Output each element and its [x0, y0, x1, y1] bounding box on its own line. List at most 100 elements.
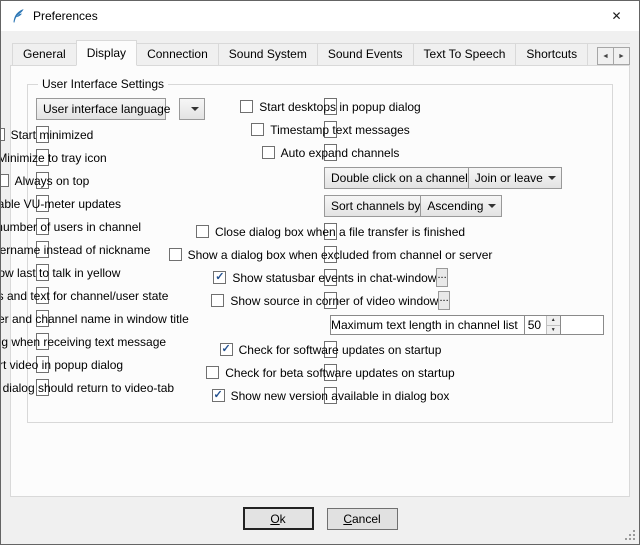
- display-tab-panel: User Interface Settings User interface l…: [10, 65, 630, 497]
- checkbox-start-desktops-in-popup-dialog[interactable]: [240, 100, 253, 113]
- sort-channels-by-label: Sort channels by: [331, 199, 420, 213]
- maximum-text-length-in-channel-list-row: Maximum text length in channel list 50▲▼: [330, 315, 604, 335]
- show-both-server-and-channel-name-in-window-title-label: Show both server and channel name in win…: [0, 312, 189, 326]
- double-click-on-a-channel-label: Double click on a channel: [331, 171, 468, 185]
- tab-scroll-left-button[interactable]: ◄: [597, 47, 614, 65]
- show-last-to-talk-in-yellow-row: ✓Show last to talk in yellow: [36, 264, 49, 281]
- checkbox-auto-expand-channels[interactable]: [262, 146, 275, 159]
- checkbox-close-dialog-box-when-a-file-transfer-is-finished[interactable]: [196, 225, 209, 238]
- show-a-dialog-box-when-excluded-from-channel-or-server-label: Show a dialog box when excluded from cha…: [188, 248, 493, 262]
- right-column: Start desktops in popup dialogTimestamp …: [324, 98, 604, 410]
- start-video-in-popup-dialog-label: Start video in popup dialog: [0, 358, 123, 372]
- spin-up-icon[interactable]: ▲: [547, 316, 560, 326]
- checkbox-check-for-beta-software-updates-on-startup[interactable]: [206, 366, 219, 379]
- button-bar: Ok Cancel: [1, 497, 639, 544]
- maximum-text-length-in-channel-list-spinner[interactable]: 50▲▼: [524, 315, 561, 335]
- close-dialog-box-when-a-file-transfer-is-finished-label: Close dialog box when a file transfer is…: [215, 225, 465, 239]
- preferences-dialog: Preferences ✕ GeneralDisplayConnectionSo…: [0, 0, 640, 545]
- tab-sound-system[interactable]: Sound System: [218, 43, 318, 66]
- window-title: Preferences: [33, 9, 98, 23]
- start-video-in-popup-dialog-row: Start video in popup dialog: [36, 356, 49, 373]
- close-icon: ✕: [611, 9, 621, 23]
- double-click-on-a-channel-select[interactable]: Join or leave: [468, 167, 562, 189]
- show-a-dialog-box-when-excluded-from-channel-or-server-row: Show a dialog box when excluded from cha…: [324, 246, 337, 263]
- always-on-top-row: Always on top: [36, 172, 49, 189]
- chevron-down-icon: [186, 107, 204, 111]
- close-dialog-box-when-a-file-transfer-is-finished-row: Close dialog box when a file transfer is…: [324, 223, 337, 240]
- user-interface-language-label: User interface language: [43, 102, 179, 116]
- checkbox-start-minimized[interactable]: [0, 128, 5, 141]
- title-bar[interactable]: Preferences ✕: [1, 1, 639, 31]
- show-number-of-users-in-channel-label: Show number of users in channel: [0, 220, 141, 234]
- timestamp-text-messages-label: Timestamp text messages: [270, 123, 410, 137]
- ok-button[interactable]: Ok: [243, 507, 314, 530]
- tabs-area: GeneralDisplayConnectionSound SystemSoun…: [1, 31, 639, 497]
- start-minimized-label: Start minimized: [11, 128, 94, 142]
- show-source-in-corner-of-video-window-row: Show source in corner of video window...: [324, 292, 337, 309]
- tab-scroll-right-button[interactable]: ►: [613, 47, 630, 65]
- popup-dialog-when-receiving-text-message-label: Popup dialog when receiving text message: [0, 335, 166, 349]
- spin-value: 50: [525, 316, 546, 334]
- user-interface-language-select[interactable]: [179, 98, 205, 120]
- checkbox-always-on-top[interactable]: [0, 174, 9, 187]
- tab-display[interactable]: Display: [76, 40, 137, 66]
- always-on-top-label: Always on top: [15, 174, 90, 188]
- tab-sound-events[interactable]: Sound Events: [317, 43, 414, 66]
- tab-shortcuts[interactable]: Shortcuts: [515, 43, 588, 66]
- auto-expand-channels-row: Auto expand channels: [324, 144, 337, 161]
- user-interface-settings-group: User Interface Settings User interface l…: [27, 77, 613, 423]
- close-button[interactable]: ✕: [594, 1, 639, 31]
- resize-grip[interactable]: [625, 530, 636, 541]
- show-both-server-and-channel-name-in-window-title-row: ✓Show both server and channel name in wi…: [36, 310, 49, 327]
- closed-video-dialog-should-return-to-video-tab-row: ✓Closed video dialog should return to vi…: [36, 379, 49, 396]
- start-desktops-in-popup-dialog-label: Start desktops in popup dialog: [259, 100, 420, 114]
- show-statusbar-events-in-chat-window-label: Show statusbar events in chat-window: [232, 271, 436, 285]
- sort-channels-by-select[interactable]: Ascending: [420, 195, 502, 217]
- show-statusbar-events-in-chat-window-more-button[interactable]: ...: [436, 268, 447, 287]
- chevron-down-icon: [483, 204, 501, 208]
- minimize-to-tray-icon-row: Minimize to tray icon: [36, 149, 49, 166]
- show-username-instead-of-nickname-label: Show username instead of nickname: [0, 243, 150, 257]
- start-minimized-row: Start minimized: [36, 126, 49, 143]
- tab-text-to-speech[interactable]: Text To Speech: [413, 43, 517, 66]
- check-for-software-updates-on-startup-row: ✓Check for software updates on startup: [324, 341, 337, 358]
- show-number-of-users-in-channel-row: ✓Show number of users in channel: [36, 218, 49, 235]
- show-new-version-available-in-dialog-box-row: ✓Show new version available in dialog bo…: [324, 387, 337, 404]
- check-icon: ✓: [213, 390, 222, 401]
- show-statusbar-events-in-chat-window-row: ✓Show statusbar events in chat-window...: [324, 269, 337, 286]
- tab-connection[interactable]: Connection: [136, 43, 219, 66]
- checkbox-show-source-in-corner-of-video-window[interactable]: [211, 294, 224, 307]
- tab-general[interactable]: General: [12, 43, 77, 66]
- checkbox-check-for-software-updates-on-startup[interactable]: ✓: [220, 343, 233, 356]
- enable-vu-meter-updates-row: ✓Enable VU-meter updates: [36, 195, 49, 212]
- maximum-text-length-in-channel-list-label: Maximum text length in channel list: [331, 318, 518, 332]
- auto-expand-channels-label: Auto expand channels: [281, 146, 400, 160]
- sort-channels-by-row: Sort channels byAscending: [324, 195, 472, 217]
- spin-down-icon[interactable]: ▼: [547, 326, 560, 335]
- closed-video-dialog-should-return-to-video-tab-label: Closed video dialog should return to vid…: [0, 381, 174, 395]
- check-for-beta-software-updates-on-startup-label: Check for beta software updates on start…: [225, 366, 454, 380]
- show-emojis-and-text-for-channel-user-state-label: Show emojis and text for channel/user st…: [0, 289, 168, 303]
- show-new-version-available-in-dialog-box-label: Show new version available in dialog box: [231, 389, 450, 403]
- enable-vu-meter-updates-label: Enable VU-meter updates: [0, 197, 121, 211]
- show-username-instead-of-nickname-row: Show username instead of nickname: [36, 241, 49, 258]
- show-source-in-corner-of-video-window-more-button[interactable]: ...: [438, 291, 449, 310]
- checkbox-show-new-version-available-in-dialog-box[interactable]: ✓: [212, 389, 225, 402]
- cancel-button[interactable]: Cancel: [327, 508, 398, 530]
- tab-bar: GeneralDisplayConnectionSound SystemSoun…: [10, 40, 630, 66]
- check-icon: ✓: [222, 344, 231, 355]
- settings-columns: User interface language Start minimized Mi…: [36, 95, 604, 410]
- check-for-beta-software-updates-on-startup-row: Check for beta software updates on start…: [324, 364, 337, 381]
- show-last-to-talk-in-yellow-label: Show last to talk in yellow: [0, 266, 120, 280]
- checkbox-show-a-dialog-box-when-excluded-from-channel-or-server[interactable]: [169, 248, 182, 261]
- minimize-to-tray-icon-label: Minimize to tray icon: [0, 151, 107, 165]
- chevron-down-icon: [543, 176, 561, 180]
- check-for-software-updates-on-startup-label: Check for software updates on startup: [239, 343, 442, 357]
- double-click-on-a-channel-row: Double click on a channelJoin or leave: [324, 167, 472, 189]
- show-emojis-and-text-for-channel-user-state-row: ✓Show emojis and text for channel/user s…: [36, 287, 49, 304]
- timestamp-text-messages-row: Timestamp text messages: [324, 121, 337, 138]
- popup-dialog-when-receiving-text-message-row: ✓Popup dialog when receiving text messag…: [36, 333, 49, 350]
- tab-scroll: ◄ ►: [597, 47, 630, 65]
- checkbox-show-statusbar-events-in-chat-window[interactable]: ✓: [213, 271, 226, 284]
- checkbox-timestamp-text-messages[interactable]: [251, 123, 264, 136]
